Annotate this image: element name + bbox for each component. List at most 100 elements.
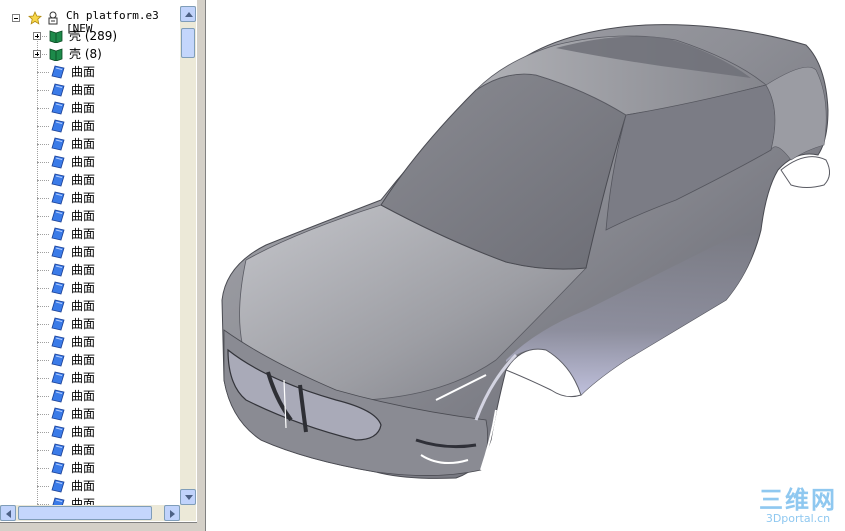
tree-item-label: 曲面: [71, 389, 96, 403]
tree-connector: [37, 270, 49, 271]
tree-connector: [37, 198, 49, 199]
surface-icon: [51, 371, 65, 385]
surface-icon: [51, 173, 65, 187]
tree-connector: [37, 432, 49, 433]
tree-connector: [37, 468, 49, 469]
surface-icon: [51, 119, 65, 133]
surface-icon: [51, 83, 65, 97]
scroll-up-button[interactable]: [180, 6, 196, 22]
surface-icon: [51, 443, 65, 457]
tree-connector: [37, 450, 49, 451]
tree-item-label: 曲面: [71, 353, 96, 367]
tree-connector: [37, 486, 49, 487]
tree-connector: [37, 414, 49, 415]
tree-item-label: 曲面: [71, 497, 96, 505]
expand-toggle[interactable]: [33, 50, 41, 58]
tree-item-label: 曲面: [71, 281, 96, 295]
surface-icon: [51, 227, 65, 241]
watermark-url: 3Dportal.cn: [765, 512, 831, 525]
watermark-logo: 三维网: [759, 486, 837, 514]
scroll-thumb-vertical[interactable]: [181, 28, 195, 58]
watermark: 三维网 3Dportal.cn: [759, 487, 837, 525]
tree-item-label: 曲面: [71, 227, 96, 241]
tree-connector: [37, 288, 49, 289]
tree-item-label: 曲面: [71, 461, 96, 475]
tree-connector: [37, 396, 49, 397]
tree-item-label: 曲面: [71, 245, 96, 259]
surface-icon: [51, 461, 65, 475]
surface-icon: [51, 101, 65, 115]
tree-connector: [37, 72, 49, 73]
surface-icon: [51, 407, 65, 421]
tree-connector: [37, 378, 49, 379]
tree-item-label: 曲面: [71, 83, 96, 97]
tree-connector: [37, 234, 49, 235]
arrow-down-icon: [185, 495, 193, 500]
tree-item-label: 曲面: [71, 137, 96, 151]
surface-icon: [51, 389, 65, 403]
arrow-right-icon: [170, 510, 175, 518]
scroll-down-button[interactable]: [180, 489, 196, 505]
scroll-left-button[interactable]: [0, 505, 16, 521]
feature-tree-panel: Ch platform.e3 [NEW 壳 (289) 壳 (8) 曲面 曲面 曲面 曲面曲…: [0, 0, 198, 523]
tree-item-label: 曲面: [71, 101, 96, 115]
scroll-thumb-horizontal[interactable]: [18, 506, 152, 520]
surface-icon: [51, 317, 65, 331]
tree-vertical-scrollbar[interactable]: [180, 6, 196, 505]
tree-item-label: 曲面: [71, 191, 96, 205]
surface-icon: [51, 281, 65, 295]
surface-icon: [51, 299, 65, 313]
tree-item-label: 曲面: [71, 317, 96, 331]
tree-item-label: 曲面: [71, 209, 96, 223]
surface-icon: [51, 263, 65, 277]
surface-icon: [51, 155, 65, 169]
surface-icon: [51, 209, 65, 223]
tree-connector: [37, 324, 49, 325]
arrow-left-icon: [6, 510, 11, 518]
tree-connector: [37, 360, 49, 361]
tree-connector: [37, 108, 49, 109]
surface-icon: [51, 335, 65, 349]
surface-icon: [51, 137, 65, 151]
tree-item-label: 曲面: [71, 65, 96, 79]
tree-item-label: 曲面: [71, 335, 96, 349]
collapse-toggle[interactable]: [12, 14, 20, 22]
tree-item-label: 曲面: [71, 443, 96, 457]
3d-viewport[interactable]: 三维网 3Dportal.cn: [205, 0, 845, 531]
book-icon: [49, 29, 63, 44]
scroll-right-button[interactable]: [164, 505, 180, 521]
surface-icon: [51, 353, 65, 367]
tree-horizontal-scrollbar[interactable]: [0, 505, 180, 521]
surface-icon: [51, 65, 65, 79]
arrow-up-icon: [185, 12, 193, 17]
tree-item-label: 曲面: [71, 425, 96, 439]
panel-splitter[interactable]: [197, 0, 205, 531]
tree-item-label: 曲面: [71, 119, 96, 133]
surface-icon: [51, 497, 65, 505]
tree-connector: [37, 252, 49, 253]
tree-item-label: 壳 (8): [69, 47, 102, 61]
tree-connector: [37, 216, 49, 217]
expand-toggle[interactable]: [33, 32, 41, 40]
tree-connector: [37, 162, 49, 163]
tree-connector: [37, 180, 49, 181]
scrollbar-corner: [180, 505, 196, 521]
tree-item-label: 曲面: [71, 173, 96, 187]
tree-item-label: 曲面: [71, 299, 96, 313]
surface-icon: [51, 425, 65, 439]
surface-icon: [51, 479, 65, 493]
tree-item-label: 曲面: [71, 479, 96, 493]
book-icon: [49, 47, 63, 62]
tree-connector: [37, 342, 49, 343]
tree-connector: [37, 144, 49, 145]
tree-connector: [37, 126, 49, 127]
tree-connector: [37, 90, 49, 91]
tree-item-label: 曲面: [71, 155, 96, 169]
surface-icon: [51, 191, 65, 205]
tree-item-label: 曲面: [71, 371, 96, 385]
tree-item-label: 曲面: [71, 407, 96, 421]
surface-icon: [51, 245, 65, 259]
part-tree-icon: [46, 11, 60, 25]
star-icon: [28, 11, 42, 25]
car-model-render: [221, 24, 830, 479]
